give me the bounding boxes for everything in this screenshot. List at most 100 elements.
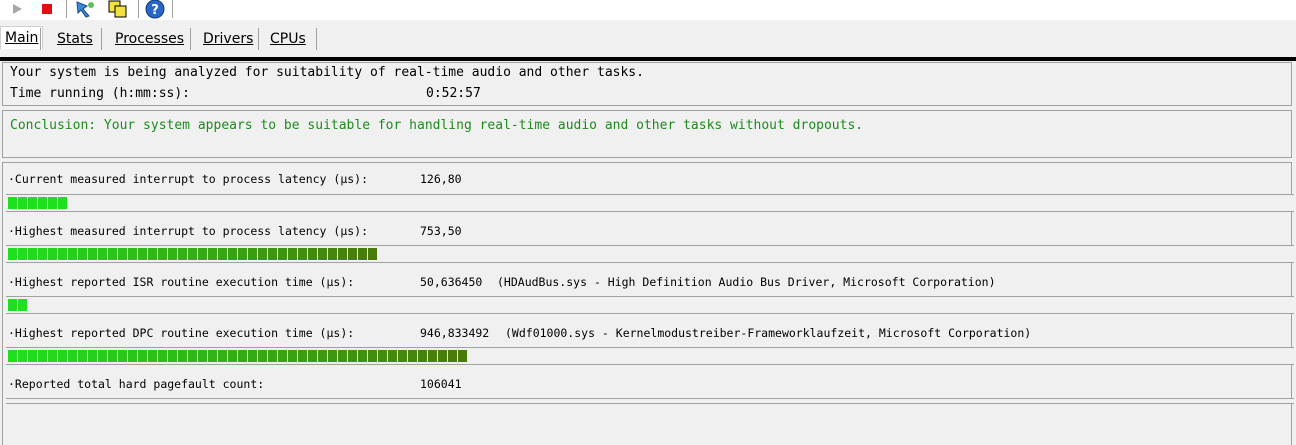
bar-segment: [98, 350, 107, 362]
bar-segment: [168, 248, 177, 260]
bar-segment: [458, 350, 467, 362]
bar-segment: [148, 248, 157, 260]
help-icon: ?: [145, 0, 165, 19]
help-button[interactable]: ?: [144, 0, 166, 19]
bar-segment: [208, 350, 217, 362]
tab-divider: [0, 57, 1296, 61]
bar-segment: [298, 350, 307, 362]
bar-segment: [48, 248, 57, 260]
bar-segment: [28, 350, 37, 362]
bar-segment: [448, 350, 457, 362]
tab-stats[interactable]: Stats: [53, 28, 97, 50]
bar-fill: [8, 248, 378, 260]
bar-segment: [18, 248, 27, 260]
bar-segment: [8, 197, 17, 209]
tab-separator: [258, 28, 259, 50]
options-button[interactable]: [74, 0, 98, 18]
bar-isr-time: [6, 296, 1294, 314]
bar-segment: [68, 350, 77, 362]
start-button[interactable]: [8, 0, 26, 18]
tab-cpus[interactable]: CPUs: [266, 28, 310, 50]
bar-segment: [238, 350, 247, 362]
bar-fill: [8, 299, 28, 311]
tab-separator: [190, 28, 191, 50]
bar-segment: [228, 248, 237, 260]
bar-segment: [128, 350, 137, 362]
bar-segment: [418, 350, 427, 362]
metric-label-highest-latency: ·Highest measured interrupt to process l…: [8, 224, 369, 238]
bar-segment: [128, 248, 137, 260]
bar-segment: [248, 248, 257, 260]
metric-value-isr-time: 50,636450: [420, 275, 483, 289]
bar-segment: [338, 248, 347, 260]
bar-segment: [38, 197, 47, 209]
bar-segment: [208, 248, 217, 260]
bar-segment: [218, 350, 227, 362]
metric-extra-isr-driver: (HDAudBus.sys - High Definition Audio Bu…: [497, 275, 996, 289]
metric-label-dpc-time: ·Highest reported DPC routine execution …: [8, 326, 355, 340]
bar-segment: [28, 248, 37, 260]
bar-segment: [28, 197, 37, 209]
bar-segment: [428, 350, 437, 362]
stop-icon: [42, 4, 52, 14]
bar-fill: [8, 350, 468, 362]
tab-separator: [101, 28, 102, 50]
bar-segment: [368, 248, 377, 260]
time-running-label: Time running (h:mm:ss):: [10, 86, 191, 101]
bar-segment: [348, 350, 357, 362]
bar-segment: [238, 248, 247, 260]
bar-segment: [158, 248, 167, 260]
bar-segment: [18, 350, 27, 362]
bar-segment: [108, 248, 117, 260]
bar-segment: [8, 299, 17, 311]
bar-segment: [38, 248, 47, 260]
bar-segment: [258, 350, 267, 362]
metric-label-current-latency: ·Current measured interrupt to process l…: [8, 172, 369, 186]
bar-segment: [118, 248, 127, 260]
bar-segment: [88, 350, 97, 362]
metric-value-dpc-time: 946,833492: [420, 326, 490, 340]
tab-cpus-label: CPUs: [270, 31, 306, 47]
tab-main[interactable]: Main: [0, 26, 44, 49]
tab-main-label: Main: [5, 30, 39, 46]
tab-bar: Main Stats Processes Drivers CPUs: [0, 20, 1296, 56]
tab-stats-label: Stats: [57, 31, 93, 47]
bar-segment: [318, 248, 327, 260]
bar-segment: [388, 350, 397, 362]
bar-segment: [328, 248, 337, 260]
time-running-value: 0:52:57: [426, 86, 481, 101]
stop-button[interactable]: [38, 0, 56, 18]
bar-segment: [338, 350, 347, 362]
tab-processes[interactable]: Processes: [111, 28, 188, 50]
metric-label-pagefault-count: ·Reported total hard pagefault count:: [8, 377, 265, 391]
metric-value-pagefault-count: 106041: [420, 377, 462, 391]
bar-segment: [38, 350, 47, 362]
bar-current-latency: [6, 194, 1294, 212]
bar-segment: [68, 248, 77, 260]
tab-drivers[interactable]: Drivers: [199, 28, 257, 50]
bar-segment: [438, 350, 447, 362]
bar-fill: [8, 197, 68, 209]
bar-segment: [48, 197, 57, 209]
bar-segment: [58, 197, 67, 209]
toolbar-separator: [138, 0, 139, 18]
bar-segment: [188, 350, 197, 362]
bar-segment: [148, 350, 157, 362]
svg-text:?: ?: [151, 3, 159, 18]
metric-value-current-latency: 126,80: [420, 172, 462, 186]
bar-segment: [248, 350, 257, 362]
bar-segment: [18, 299, 27, 311]
copy-icon: [108, 0, 127, 18]
bar-segment: [308, 248, 317, 260]
bar-segment: [398, 350, 407, 362]
conclusion-panel: Conclusion: Your system appears to be su…: [2, 110, 1292, 158]
bar-segment: [328, 350, 337, 362]
copy-button[interactable]: [106, 0, 130, 18]
bar-segment: [408, 350, 417, 362]
bar-segment: [48, 350, 57, 362]
bar-segment: [58, 248, 67, 260]
bar-segment: [108, 350, 117, 362]
bar-segment: [178, 248, 187, 260]
tab-separator: [40, 28, 41, 50]
bar-segment: [268, 350, 277, 362]
